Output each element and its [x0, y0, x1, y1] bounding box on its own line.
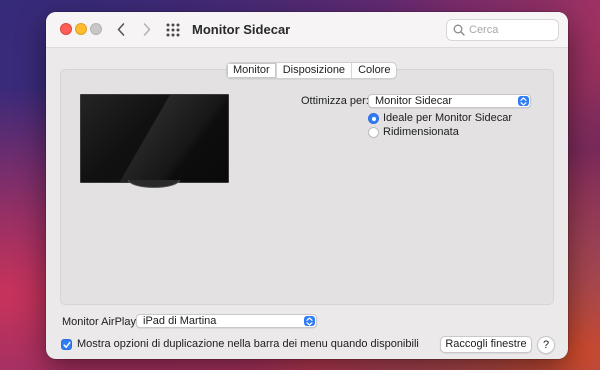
radio-scaled-label: Ridimensionata [383, 126, 459, 138]
tab-monitor[interactable]: Monitor [227, 63, 277, 78]
radio-ideal[interactable]: Ideale per Monitor Sidecar [368, 112, 512, 124]
chevron-left-icon [117, 22, 125, 36]
system-preferences-window: Monitor Sidecar Monitor Disposizione Col… [46, 12, 568, 359]
tab-colore[interactable]: Colore [352, 63, 396, 78]
search-field[interactable] [446, 19, 559, 41]
tab-disposizione[interactable]: Disposizione [277, 63, 353, 78]
mirror-options-checkbox[interactable] [61, 339, 72, 350]
close-button[interactable] [60, 23, 72, 35]
airplay-label: Monitor AirPlay: [62, 316, 140, 328]
chevron-right-icon [143, 22, 151, 36]
chevron-updown-icon [518, 96, 529, 106]
search-icon [453, 24, 465, 36]
radio-ideal-label: Ideale per Monitor Sidecar [383, 112, 513, 124]
window-title: Monitor Sidecar [192, 22, 291, 37]
minimize-button[interactable] [75, 23, 87, 35]
tab-bar: Monitor Disposizione Colore [226, 62, 398, 79]
help-button[interactable]: ? [537, 336, 555, 354]
radio-scaled[interactable]: Ridimensionata [368, 126, 459, 138]
zoom-button[interactable] [90, 23, 102, 35]
airplay-select[interactable]: iPad di Martina [136, 314, 317, 328]
mirror-options-label: Mostra opzioni di duplicazione nella bar… [77, 338, 419, 350]
back-button[interactable] [110, 18, 132, 40]
radio-button[interactable] [368, 126, 379, 138]
show-all-button[interactable] [164, 21, 182, 39]
forward-button[interactable] [136, 18, 158, 40]
gather-windows-button[interactable]: Raccogli finestre [440, 336, 532, 353]
search-input[interactable] [469, 24, 549, 36]
optimize-select[interactable]: Monitor Sidecar [368, 94, 531, 108]
radio-button-selected[interactable] [368, 112, 379, 124]
optimize-select-value: Monitor Sidecar [375, 95, 453, 107]
airplay-select-value: iPad di Martina [143, 315, 217, 327]
display-preview [80, 94, 229, 183]
checkmark-icon [62, 341, 71, 348]
title-bar: Monitor Sidecar [46, 12, 568, 48]
optimize-label: Ottimizza per: [301, 95, 369, 107]
grid-icon [166, 23, 180, 37]
chevron-updown-icon [304, 316, 315, 326]
